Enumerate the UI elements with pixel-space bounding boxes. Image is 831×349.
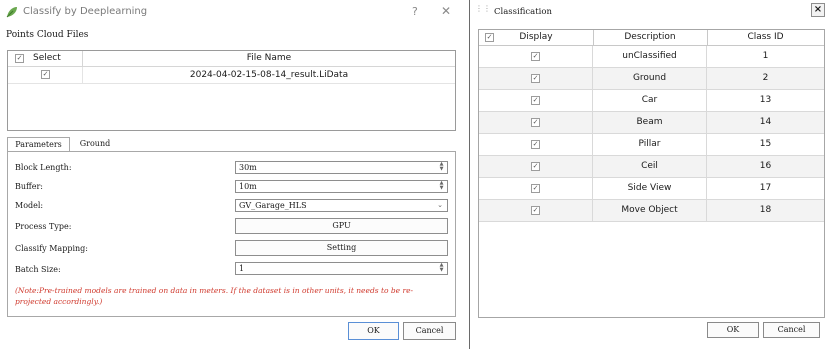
display-cell: ✓ [479, 112, 593, 133]
model-label: Model: [15, 201, 44, 210]
class-id-cell: 1 [762, 51, 769, 61]
parameters-panel: Block Length: 30m ▲ ▼ Buffer: 10m ▲ ▼ Mode… [7, 151, 456, 317]
window-divider [469, 0, 470, 349]
display-cell: ✓ [479, 156, 593, 177]
classify-mapping-label: Classify Mapping: [15, 244, 88, 253]
batch-size-input[interactable]: 1 ▲ ▼ [235, 262, 448, 275]
description-cell: Car [593, 90, 707, 111]
block-length-input[interactable]: 30m ▲ ▼ [235, 161, 448, 174]
table-row[interactable]: ✓ Side View 17 [479, 178, 824, 200]
description-cell: Pillar [593, 134, 707, 155]
display-checkbox[interactable]: ✓ [531, 206, 540, 215]
description-cell: Side View [593, 178, 707, 199]
spinner-arrows-icon[interactable]: ▲ ▼ [438, 181, 445, 191]
display-cell: ✓ [479, 68, 593, 89]
description-cell: unClassified [593, 46, 707, 67]
description-header: Description [624, 32, 676, 42]
panel-title-bar: ⋮⋮ Classification × [471, 0, 831, 22]
leaf-icon [6, 7, 17, 18]
display-checkbox[interactable]: ✓ [531, 184, 540, 193]
block-length-label: Block Length: [15, 163, 72, 172]
ok-button[interactable]: OK [348, 322, 399, 340]
table-row[interactable]: ✓ unClassified 1 [479, 46, 824, 68]
description-cell: Ceil [593, 156, 707, 177]
close-icon[interactable]: × [811, 3, 825, 17]
display-cell: ✓ [479, 200, 593, 221]
process-type-button[interactable]: GPU [235, 218, 448, 234]
block-length-value: 30m [239, 163, 257, 172]
classification-table-header: ✓ Display Description Class ID [479, 30, 824, 46]
display-checkbox[interactable]: ✓ [531, 52, 540, 61]
chevron-down-icon[interactable]: ⌄ [437, 200, 443, 211]
class-id-header: Class ID [747, 32, 784, 42]
description-cell: Ground [593, 68, 707, 89]
file-select-checkbox[interactable]: ✓ [41, 70, 50, 79]
model-select[interactable]: GV_Garage_HLS ⌄ [235, 199, 448, 212]
file-table-header: ✓ Select File Name [8, 51, 455, 67]
units-note: (Note:Pre-trained models are trained on … [15, 286, 414, 306]
process-type-label: Process Type: [15, 222, 72, 231]
class-id-cell: 18 [759, 205, 772, 215]
buffer-value: 10m [239, 182, 257, 191]
select-header-label: Select [33, 53, 61, 63]
file-name-cell: 2024-04-02-15-08-14_result.LiData [189, 70, 349, 80]
buffer-input[interactable]: 10m ▲ ▼ [235, 180, 448, 193]
select-column-header: ✓ Select [8, 51, 83, 66]
dialog-title-bar: Classify by Deeplearning ? ✕ [0, 0, 462, 24]
display-cell: ✓ [479, 46, 593, 67]
class-id-cell: 16 [759, 161, 772, 171]
dialog-title: Classify by Deeplearning [23, 6, 148, 17]
help-button[interactable]: ? [412, 5, 418, 18]
panel-title: Classification [494, 7, 552, 17]
points-cloud-files-label: Points Cloud Files [6, 30, 89, 40]
description-cell: Move Object [593, 200, 707, 221]
table-row[interactable]: ✓ Ceil 16 [479, 156, 824, 178]
table-row[interactable]: ✓ Pillar 15 [479, 134, 824, 156]
class-id-cell: 13 [759, 95, 772, 105]
display-checkbox[interactable]: ✓ [531, 74, 540, 83]
file-table: ✓ Select File Name ✓ 2024-04-02-15-08-14… [7, 50, 456, 131]
cancel-button[interactable]: Cancel [763, 322, 820, 338]
display-cell: ✓ [479, 90, 593, 111]
batch-size-label: Batch Size: [15, 265, 61, 274]
ok-button[interactable]: OK [707, 322, 759, 338]
table-row[interactable]: ✓ Car 13 [479, 90, 824, 112]
table-row[interactable]: ✓ Ground 2 [479, 68, 824, 90]
display-checkbox[interactable]: ✓ [531, 118, 540, 127]
batch-size-value: 1 [239, 264, 245, 273]
display-header: Display [519, 32, 553, 42]
classification-panel: ⋮⋮ Classification × ✓ Display Descriptio… [471, 0, 831, 349]
description-cell: Beam [593, 112, 707, 133]
tab-ground[interactable]: Ground [70, 137, 120, 152]
classification-table: ✓ Display Description Class ID ✓ unClass… [478, 29, 825, 318]
classify-mapping-setting-button[interactable]: Setting [235, 240, 448, 256]
display-checkbox[interactable]: ✓ [531, 140, 540, 149]
model-value: GV_Garage_HLS [239, 201, 307, 210]
class-id-cell: 17 [759, 183, 772, 193]
class-id-cell: 2 [762, 73, 769, 83]
table-row[interactable]: ✓ Beam 14 [479, 112, 824, 134]
spinner-arrows-icon[interactable]: ▲ ▼ [438, 263, 445, 273]
select-all-checkbox[interactable]: ✓ [15, 54, 24, 63]
spinner-arrows-icon[interactable]: ▲ ▼ [438, 162, 445, 172]
close-icon[interactable]: ✕ [441, 4, 451, 18]
cancel-button[interactable]: Cancel [403, 322, 456, 340]
tab-parameters[interactable]: Parameters [7, 137, 70, 152]
table-row[interactable]: ✓ Move Object 18 [479, 200, 824, 222]
display-cell: ✓ [479, 134, 593, 155]
grip-icon[interactable]: ⋮⋮ [475, 4, 491, 13]
display-checkbox[interactable]: ✓ [531, 96, 540, 105]
table-row[interactable]: ✓ 2024-04-02-15-08-14_result.LiData [8, 67, 455, 84]
display-cell: ✓ [479, 178, 593, 199]
file-name-header: File Name [246, 53, 292, 63]
buffer-label: Buffer: [15, 182, 43, 191]
class-id-cell: 14 [759, 117, 772, 127]
classify-dialog: Classify by Deeplearning ? ✕ Points Clou… [0, 0, 462, 349]
display-checkbox[interactable]: ✓ [531, 162, 540, 171]
class-id-cell: 15 [759, 139, 772, 149]
select-cell: ✓ [8, 67, 83, 83]
